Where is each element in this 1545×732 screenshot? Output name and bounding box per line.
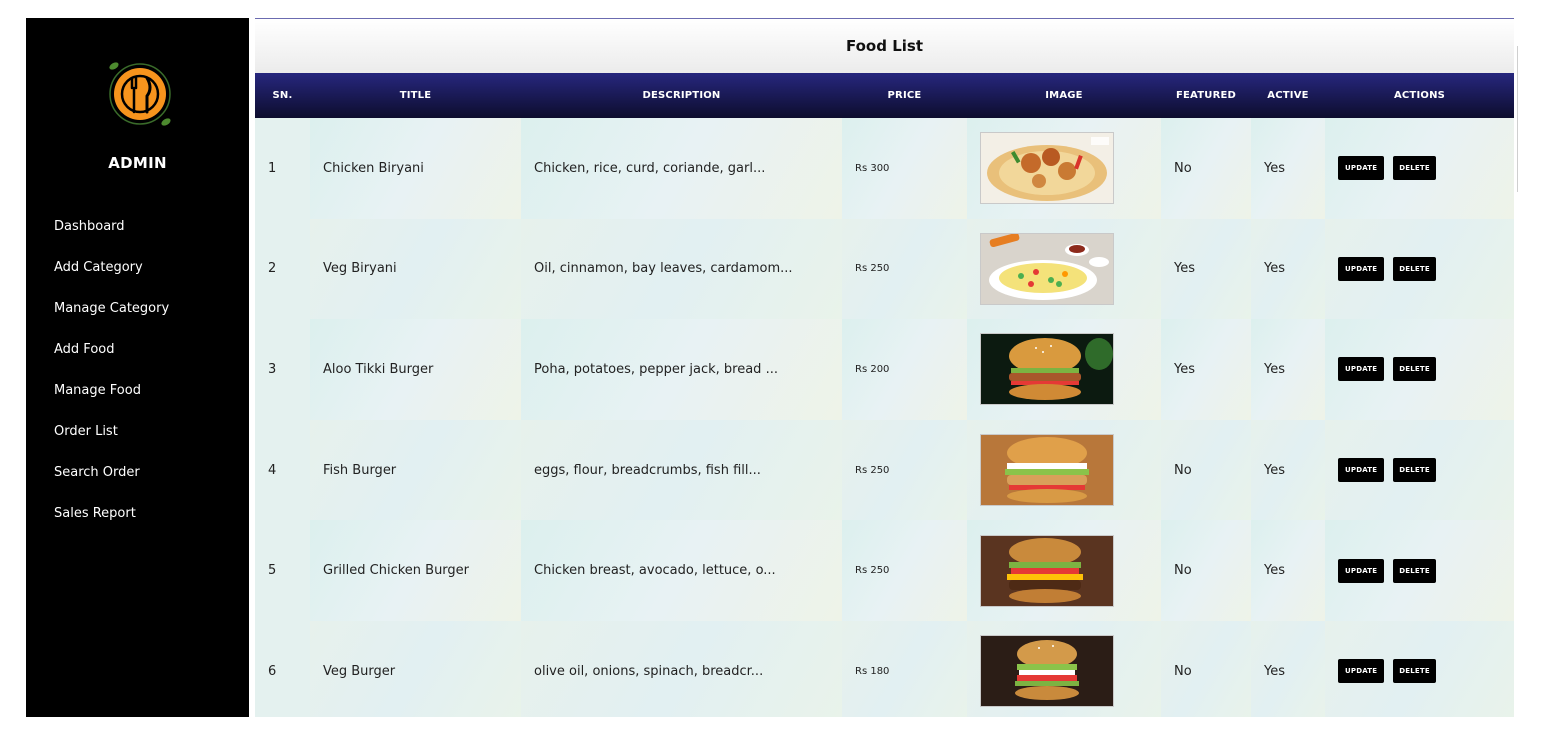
sidebar-item-dashboard[interactable]: Dashboard: [54, 218, 169, 259]
table-row: 3 Aloo Tikki Burger Poha, potatoes, pepp…: [255, 319, 1514, 420]
column-header-active: ACTIVE: [1251, 73, 1325, 118]
row-active: Yes: [1251, 118, 1325, 219]
sidebar-item-sales-report[interactable]: Sales Report: [54, 505, 169, 546]
delete-button[interactable]: DELETE: [1393, 357, 1436, 382]
app-frame: ADMIN Dashboard Add Category Manage Cate…: [26, 18, 1519, 717]
row-description: olive oil, onions, spinach, breadcr...: [521, 620, 842, 717]
row-featured: No: [1161, 620, 1251, 717]
fork-knife-logo-icon: [108, 54, 172, 138]
row-price: Rs 200: [842, 319, 967, 420]
row-description: Chicken breast, avocado, lettuce, o...: [521, 520, 842, 621]
row-image-cell: [967, 218, 1161, 320]
row-image-cell: [967, 520, 1161, 621]
aloo-tikki-burger-image: [980, 333, 1114, 406]
row-sn: 3: [255, 319, 310, 420]
grilled-chicken-burger-image: [980, 534, 1114, 607]
row-active: Yes: [1251, 419, 1325, 521]
column-header-image: IMAGE: [967, 73, 1161, 118]
row-featured: No: [1161, 118, 1251, 219]
row-sn: 1: [255, 118, 310, 219]
row-sn: 4: [255, 419, 310, 521]
table-row: 5 Grilled Chicken Burger Chicken breast,…: [255, 520, 1514, 621]
table-row: 1 Chicken Biryani Chicken, rice, curd, c…: [255, 118, 1514, 219]
main-content: Food List SN. TITLE DESCRIPTION PRICE IM…: [249, 18, 1519, 717]
row-active: Yes: [1251, 520, 1325, 621]
sidebar-menu: Dashboard Add Category Manage Category A…: [54, 218, 169, 546]
update-button[interactable]: UPDATE: [1338, 458, 1385, 483]
row-title: Aloo Tikki Burger: [310, 319, 521, 420]
row-active: Yes: [1251, 319, 1325, 420]
update-button[interactable]: UPDATE: [1338, 357, 1385, 382]
row-image-cell: [967, 319, 1161, 420]
row-title: Chicken Biryani: [310, 118, 521, 219]
row-actions: UPDATE DELETE: [1325, 520, 1514, 621]
row-price: Rs 180: [842, 620, 967, 717]
delete-button[interactable]: DELETE: [1393, 659, 1436, 684]
update-button[interactable]: UPDATE: [1338, 659, 1385, 684]
row-actions: UPDATE DELETE: [1325, 218, 1514, 320]
row-description: Poha, potatoes, pepper jack, bread ...: [521, 319, 842, 420]
column-header-description: DESCRIPTION: [521, 73, 842, 118]
food-table: SN. TITLE DESCRIPTION PRICE IMAGE FEATUR…: [255, 73, 1514, 717]
row-featured: Yes: [1161, 218, 1251, 320]
veg-biryani-image: [980, 232, 1114, 305]
row-price: Rs 250: [842, 218, 967, 320]
row-sn: 2: [255, 218, 310, 320]
page-title: Food List: [255, 18, 1514, 74]
scrollbar[interactable]: [1517, 46, 1518, 192]
table-row: 6 Veg Burger olive oil, onions, spinach,…: [255, 620, 1514, 717]
row-title: Fish Burger: [310, 419, 521, 521]
column-header-actions: ACTIONS: [1325, 73, 1514, 118]
row-active: Yes: [1251, 218, 1325, 320]
row-sn: 6: [255, 620, 310, 717]
row-featured: No: [1161, 419, 1251, 521]
row-featured: Yes: [1161, 319, 1251, 420]
row-actions: UPDATE DELETE: [1325, 319, 1514, 420]
row-title: Veg Burger: [310, 620, 521, 717]
row-description: eggs, flour, breadcrumbs, fish fill...: [521, 419, 842, 521]
delete-button[interactable]: DELETE: [1393, 156, 1436, 181]
admin-title: ADMIN: [108, 154, 167, 172]
column-header-price: PRICE: [842, 73, 967, 118]
sidebar: ADMIN Dashboard Add Category Manage Cate…: [26, 18, 249, 717]
delete-button[interactable]: DELETE: [1393, 458, 1436, 483]
row-price: Rs 250: [842, 520, 967, 621]
update-button[interactable]: UPDATE: [1338, 156, 1385, 181]
row-price: Rs 250: [842, 419, 967, 521]
delete-button[interactable]: DELETE: [1393, 558, 1436, 583]
sidebar-item-manage-food[interactable]: Manage Food: [54, 382, 169, 423]
chicken-biryani-image: [980, 132, 1114, 205]
row-image-cell: [967, 118, 1161, 219]
sidebar-item-manage-category[interactable]: Manage Category: [54, 300, 169, 341]
row-actions: UPDATE DELETE: [1325, 620, 1514, 717]
row-image-cell: [967, 620, 1161, 717]
row-title: Grilled Chicken Burger: [310, 520, 521, 621]
column-header-title: TITLE: [310, 73, 521, 118]
row-actions: UPDATE DELETE: [1325, 118, 1514, 219]
sidebar-item-add-category[interactable]: Add Category: [54, 259, 169, 300]
sidebar-item-order-list[interactable]: Order List: [54, 423, 169, 464]
sidebar-item-add-food[interactable]: Add Food: [54, 341, 169, 382]
column-header-featured: FEATURED: [1161, 73, 1251, 118]
update-button[interactable]: UPDATE: [1338, 558, 1385, 583]
row-description: Chicken, rice, curd, coriande, garl...: [521, 118, 842, 219]
table-header-row: SN. TITLE DESCRIPTION PRICE IMAGE FEATUR…: [255, 73, 1514, 118]
delete-button[interactable]: DELETE: [1393, 256, 1436, 281]
row-title: Veg Biryani: [310, 218, 521, 320]
row-description: Oil, cinnamon, bay leaves, cardamom...: [521, 218, 842, 320]
table-row: 2 Veg Biryani Oil, cinnamon, bay leaves,…: [255, 218, 1514, 320]
row-featured: No: [1161, 520, 1251, 621]
row-actions: UPDATE DELETE: [1325, 419, 1514, 521]
update-button[interactable]: UPDATE: [1338, 256, 1385, 281]
row-sn: 5: [255, 520, 310, 621]
fish-burger-image: [980, 434, 1114, 507]
column-header-sn: SN.: [255, 73, 310, 118]
table-row: 4 Fish Burger eggs, flour, breadcrumbs, …: [255, 419, 1514, 521]
sidebar-item-search-order[interactable]: Search Order: [54, 464, 169, 505]
veg-burger-image: [980, 635, 1114, 708]
row-price: Rs 300: [842, 118, 967, 219]
row-image-cell: [967, 419, 1161, 521]
row-active: Yes: [1251, 620, 1325, 717]
